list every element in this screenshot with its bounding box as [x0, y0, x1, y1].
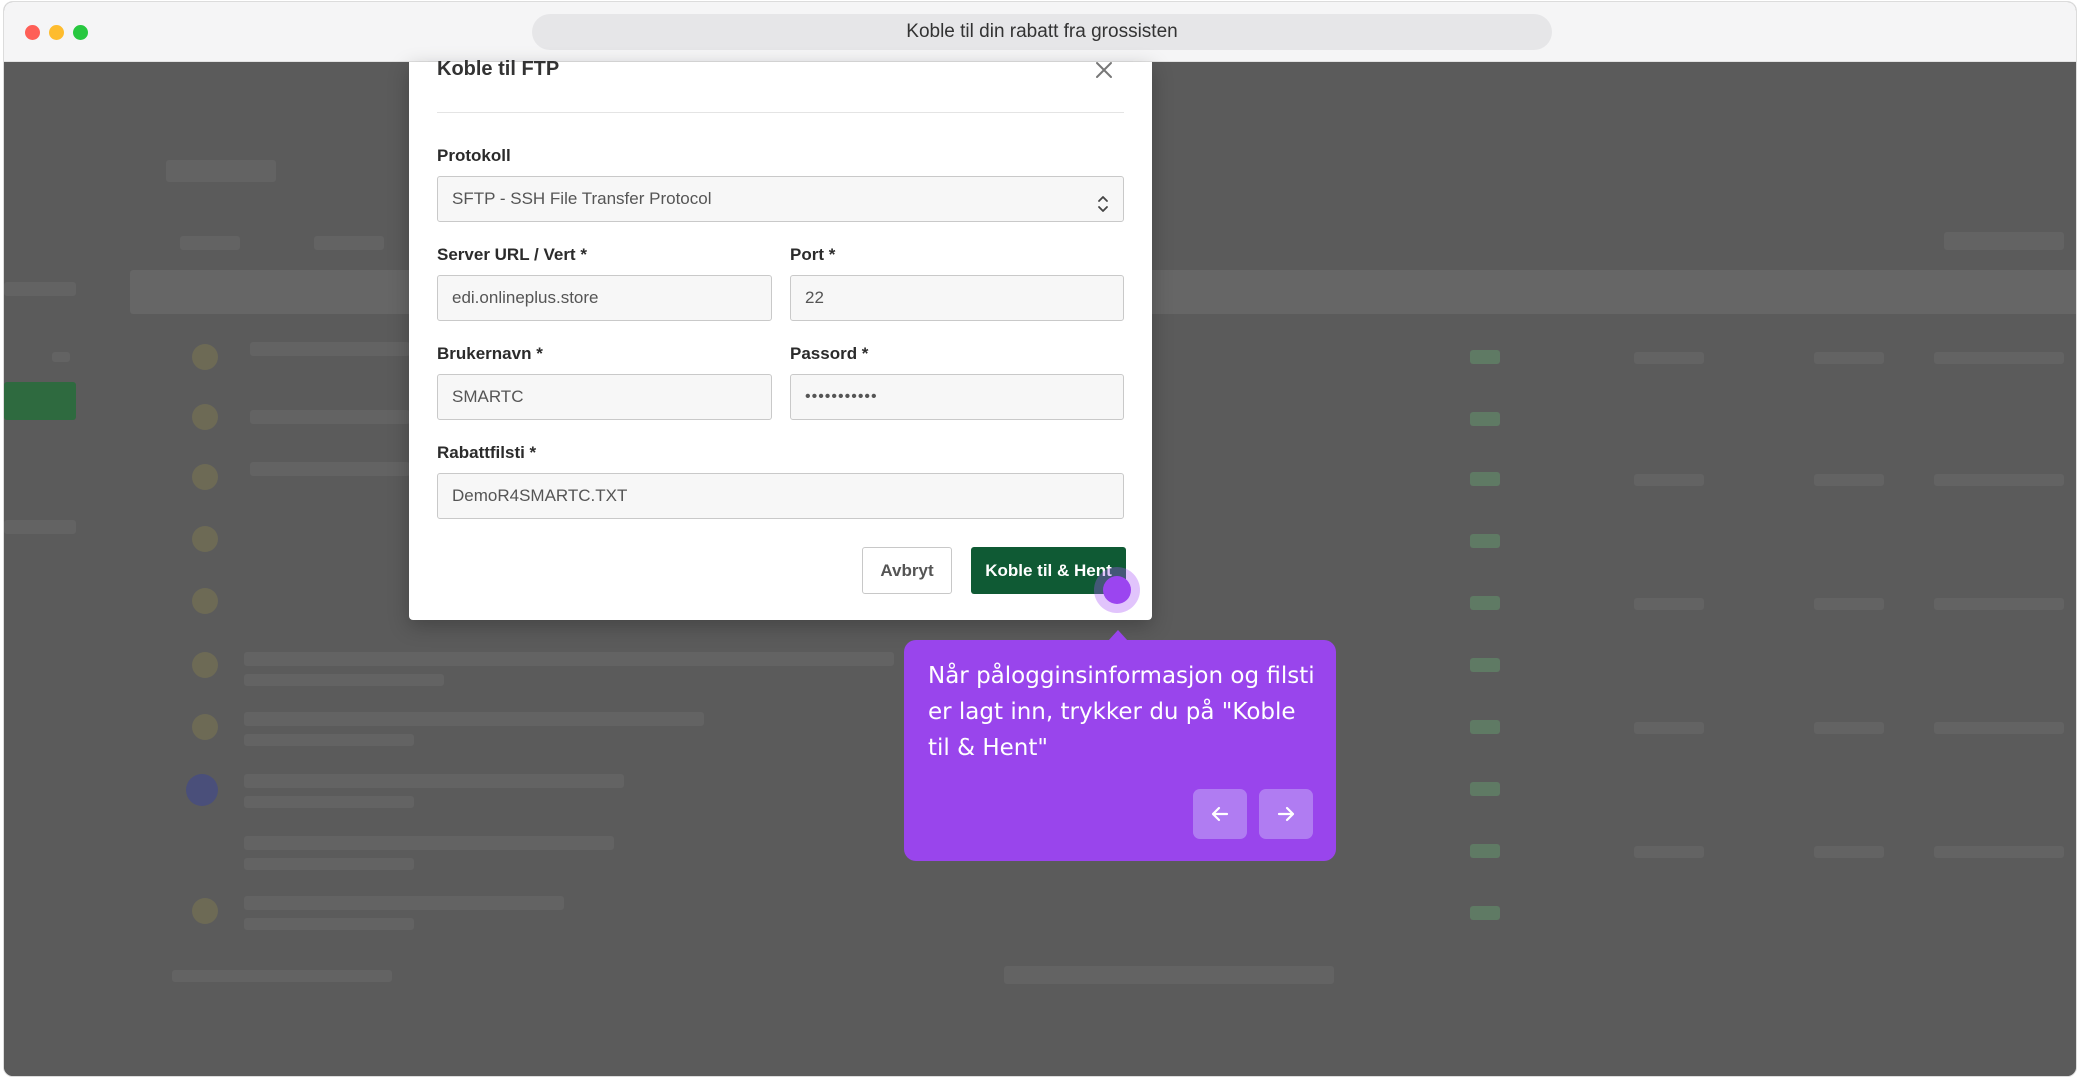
bg-status	[1470, 412, 1500, 426]
ftp-connect-modal: Koble til FTP Protokoll SFTP - SSH File …	[409, 58, 1152, 620]
tooltip-text: Når pålogginsinformasjon og filsti er la…	[928, 663, 1315, 761]
bg-col	[1814, 846, 1884, 858]
bg-row-text	[244, 652, 894, 666]
bg-col	[1634, 722, 1704, 734]
address-bar[interactable]: Koble til din rabatt fra grossisten	[532, 14, 1552, 50]
bg-row-avatar	[192, 404, 218, 430]
bg-col	[1814, 598, 1884, 610]
bg-col	[1934, 722, 2064, 734]
arrow-left-icon	[1211, 806, 1229, 822]
bg-row-text	[250, 462, 410, 476]
cancel-button[interactable]: Avbryt	[862, 547, 952, 594]
bg-sidebar-item	[4, 520, 76, 534]
username-input[interactable]: SMARTC	[437, 374, 772, 420]
bg-status	[1470, 350, 1500, 364]
close-icon[interactable]	[1092, 58, 1116, 82]
bg-status	[1470, 596, 1500, 610]
protocol-label: Protokoll	[437, 146, 511, 165]
bg-col	[1934, 474, 2064, 486]
server-label: Server URL / Vert *	[437, 245, 587, 264]
tooltip-prev-button[interactable]	[1193, 789, 1247, 839]
bg-row-text	[244, 836, 614, 850]
bg-status	[1470, 534, 1500, 548]
bg-col	[1814, 722, 1884, 734]
bg-row-avatar	[192, 652, 218, 678]
bg-pagination	[172, 970, 392, 982]
bg-col	[1634, 352, 1704, 364]
port-label: Port *	[790, 245, 836, 264]
bg-col	[1934, 598, 2064, 610]
username-label: Brukernavn *	[437, 344, 543, 363]
bg-row-avatar	[192, 588, 218, 614]
chevron-up-down-icon	[1097, 188, 1109, 212]
guide-tooltip: Når pålogginsinformasjon og filsti er la…	[904, 640, 1336, 861]
bg-status	[1470, 844, 1500, 858]
bg-search	[1944, 232, 2064, 250]
bg-col	[1814, 352, 1884, 364]
bg-row-text	[244, 674, 444, 686]
tooltip-next-button[interactable]	[1259, 789, 1313, 839]
bg-pagination	[1004, 966, 1334, 984]
bg-row-text	[244, 734, 414, 746]
bg-col	[1634, 846, 1704, 858]
bg-row-text	[244, 774, 624, 788]
window-minimize-dot[interactable]	[49, 25, 64, 40]
bg-sidebar-item	[52, 352, 70, 362]
bg-row-avatar	[192, 898, 218, 924]
bg-col	[1934, 352, 2064, 364]
bg-row-text	[250, 342, 410, 356]
bg-sidebar-active	[4, 382, 76, 420]
bg-row-avatar	[186, 774, 218, 806]
browser-window: Koble til din rabatt fra grossisten Kobl…	[3, 1, 2077, 1077]
password-input[interactable]: •••••••••••	[790, 374, 1124, 420]
protocol-value: SFTP - SSH File Transfer Protocol	[452, 189, 712, 208]
bg-col	[1634, 474, 1704, 486]
bg-filter	[314, 236, 384, 250]
bg-row-text	[244, 896, 564, 910]
window-close-dot[interactable]	[25, 25, 40, 40]
server-url-input[interactable]: edi.onlineplus.store	[437, 275, 772, 321]
bg-status	[1470, 472, 1500, 486]
bg-filter	[180, 236, 240, 250]
bg-row-text	[244, 918, 414, 930]
bg-sidebar-item	[4, 282, 76, 296]
discount-file-label: Rabattfilsti *	[437, 443, 537, 462]
bg-status	[1470, 782, 1500, 796]
bg-row-avatar	[192, 714, 218, 740]
bg-status	[1470, 658, 1500, 672]
protocol-select[interactable]: SFTP - SSH File Transfer Protocol	[437, 176, 1124, 222]
bg-col	[1814, 474, 1884, 486]
password-label: Passord *	[790, 344, 869, 363]
arrow-right-icon	[1277, 806, 1295, 822]
port-input[interactable]: 22	[790, 275, 1124, 321]
bg-status	[1470, 720, 1500, 734]
modal-divider	[437, 112, 1124, 113]
bg-row-avatar	[192, 464, 218, 490]
bg-row-text	[244, 796, 414, 808]
bg-row-text	[244, 712, 704, 726]
bg-row-text	[250, 410, 410, 424]
bg-col	[1634, 598, 1704, 610]
click-indicator-dot	[1103, 576, 1131, 604]
discount-file-input[interactable]: DemoR4SMARTC.TXT	[437, 473, 1124, 519]
modal-title: Koble til FTP	[437, 58, 560, 78]
browser-titlebar: Koble til din rabatt fra grossisten	[4, 2, 2076, 62]
bg-row-avatar	[192, 344, 218, 370]
bg-status	[1470, 906, 1500, 920]
bg-row-text	[244, 858, 414, 870]
bg-col	[1934, 846, 2064, 858]
bg-row-avatar	[192, 526, 218, 552]
bg-page-heading	[166, 160, 276, 182]
window-maximize-dot[interactable]	[73, 25, 88, 40]
